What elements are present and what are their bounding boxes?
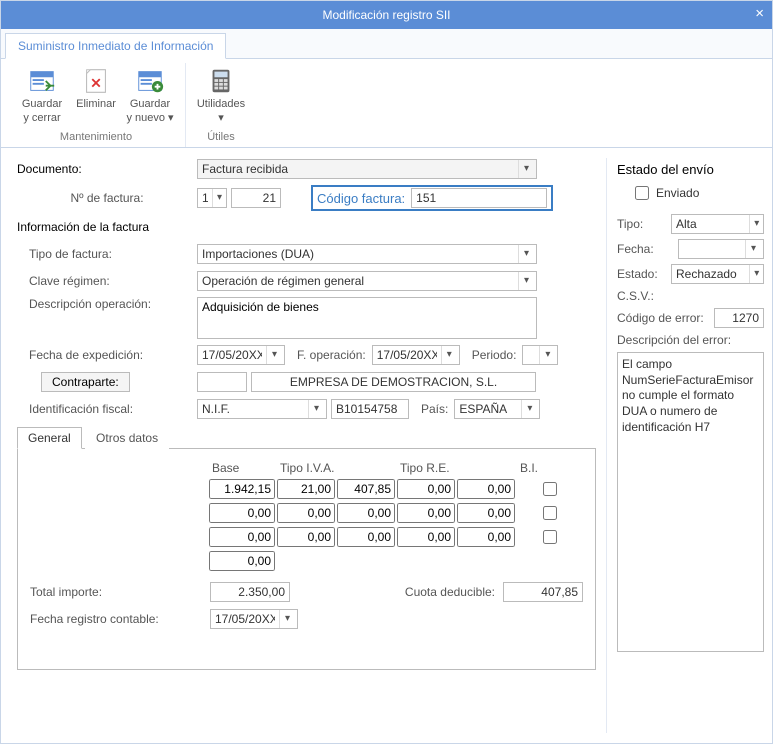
title-bar: Modificación registro SII × [1, 1, 772, 29]
total-importe-input[interactable] [210, 582, 290, 602]
close-icon[interactable]: × [755, 5, 764, 22]
fop-date[interactable]: ▾ [372, 345, 460, 365]
bi-checkbox[interactable] [521, 506, 579, 520]
base-total-input[interactable] [209, 551, 275, 571]
cuota-deducible-input[interactable] [503, 582, 583, 602]
th-tipore: Tipo R.E. [396, 459, 516, 477]
envio-descerr-box: El campo NumSerieFacturaEmisor no cumple… [617, 352, 764, 652]
envio-estado-label: Estado: [617, 267, 671, 281]
ribbon-group-label-mant: Mantenimiento [60, 131, 132, 143]
descripcion-textarea[interactable]: Adquisición de bienes [197, 297, 537, 339]
window-title: Modificación registro SII [322, 8, 450, 22]
save-new-button[interactable]: Guardar y nuevo ▾ [123, 63, 177, 127]
codigo-factura-label: Código factura: [317, 191, 405, 206]
fexp-label: Fecha de expedición: [17, 348, 197, 362]
save-close-icon [27, 66, 57, 96]
th-tipoiva: Tipo I.V.A. [276, 459, 396, 477]
pais-select[interactable]: ▾ [454, 399, 540, 419]
clave-regimen-label: Clave régimen: [17, 274, 197, 288]
chevron-down-icon: ▾ [441, 346, 457, 364]
ribbon-tabstrip: Suministro Inmediato de Información [1, 29, 772, 59]
freg-label: Fecha registro contable: [30, 612, 210, 626]
envio-fecha-date[interactable]: ▾ [678, 239, 764, 259]
envio-descerr-label: Descripción del error: [617, 333, 731, 347]
chevron-down-icon: ▾ [279, 610, 295, 628]
chevron-down-icon: ▾ [518, 272, 534, 290]
th-bi: B.I. [516, 459, 583, 477]
tiva-input[interactable] [277, 479, 335, 499]
documento-label: Documento: [17, 162, 197, 176]
tipo-factura-select[interactable]: ▾ [197, 244, 537, 264]
envio-tipo-label: Tipo: [617, 217, 671, 231]
chevron-down-icon: ▾ [749, 215, 763, 233]
enviado-label: Enviado [656, 186, 699, 200]
envio-coderr-input[interactable] [714, 308, 764, 328]
total-importe-label: Total importe: [30, 585, 210, 599]
delete-icon [81, 66, 111, 96]
delete-button[interactable]: Eliminar [69, 63, 123, 127]
bi-checkbox[interactable] [521, 482, 579, 496]
chevron-down-icon: ▾ [308, 400, 324, 418]
utilities-button[interactable]: Utilidades ▾ [194, 63, 248, 127]
chevron-down-icon: ▾ [266, 346, 282, 364]
codigo-factura-input[interactable] [411, 188, 547, 208]
idfiscal-num-input[interactable] [331, 399, 409, 419]
nfactura-input[interactable] [231, 188, 281, 208]
tax-table: Base Tipo I.V.A. Tipo R.E. B.I. [208, 459, 583, 573]
enviado-checkbox[interactable] [635, 186, 649, 200]
envio-fecha-label: Fecha: [617, 242, 671, 256]
ribbon-group-utiles: Utilidades ▾ Útiles [186, 63, 256, 147]
tipo-factura-label: Tipo de factura: [17, 247, 197, 261]
ribbon: Guardar y cerrar Eliminar Guardar y nuev… [1, 59, 772, 148]
estado-envio-title: Estado del envío [617, 162, 764, 177]
idfiscal-tipo-select[interactable]: ▾ [197, 399, 327, 419]
chevron-down-icon: ▾ [749, 265, 763, 283]
chevron-down-icon: ▾ [745, 240, 761, 258]
base-input[interactable] [209, 479, 275, 499]
chevron-down-icon: ▾ [212, 189, 226, 207]
bi-checkbox[interactable] [521, 530, 579, 544]
tab-sii[interactable]: Suministro Inmediato de Información [5, 33, 226, 59]
envio-estado-select[interactable]: ▾ [671, 264, 764, 284]
periodo-select[interactable]: ▾ [522, 345, 558, 365]
clave-regimen-select[interactable]: ▾ [197, 271, 537, 291]
periodo-label: Periodo: [472, 348, 517, 362]
idfiscal-label: Identificación fiscal: [17, 402, 197, 416]
calculator-icon [206, 66, 236, 96]
envio-csv-label: C.S.V.: [617, 289, 671, 303]
th-base: Base [208, 459, 276, 477]
envio-tipo-select[interactable]: ▾ [671, 214, 764, 234]
envio-coderr-label: Código de error: [617, 311, 714, 325]
chevron-down-icon: ▾ [539, 346, 555, 364]
chevron-down-icon: ▾ [521, 400, 537, 418]
tab-otros-datos[interactable]: Otros datos [85, 427, 169, 449]
pais-label: País: [421, 402, 448, 416]
ribbon-group-label-util: Útiles [207, 131, 235, 143]
nfactura-prefix[interactable]: ▾ [197, 188, 227, 208]
tax-row [208, 525, 583, 549]
chevron-down-icon: ▾ [518, 245, 534, 263]
save-new-icon [135, 66, 165, 96]
chevron-down-icon: ▾ [518, 160, 534, 178]
tab-general[interactable]: General [17, 427, 82, 449]
civa-input[interactable] [337, 479, 395, 499]
info-factura-section: Información de la factura [17, 220, 197, 234]
ribbon-group-mantenimiento: Guardar y cerrar Eliminar Guardar y nuev… [7, 63, 186, 147]
tre-input[interactable] [397, 479, 455, 499]
descripcion-label: Descripción operación: [17, 297, 197, 311]
documento-select[interactable]: ▾ [197, 159, 537, 179]
contraparte-name-input[interactable] [251, 372, 536, 392]
tax-row [208, 477, 583, 501]
save-close-button[interactable]: Guardar y cerrar [15, 63, 69, 127]
cre-input[interactable] [457, 479, 515, 499]
contraparte-code-input[interactable] [197, 372, 247, 392]
nfactura-label: Nº de factura: [17, 191, 197, 205]
codigo-factura-box: Código factura: [311, 185, 553, 211]
freg-date[interactable]: ▾ [210, 609, 298, 629]
fop-label: F. operación: [297, 348, 366, 362]
contraparte-button[interactable]: Contraparte: [41, 372, 130, 392]
fexp-date[interactable]: ▾ [197, 345, 285, 365]
tax-row [208, 501, 583, 525]
cuota-deducible-label: Cuota deducible: [290, 585, 503, 599]
